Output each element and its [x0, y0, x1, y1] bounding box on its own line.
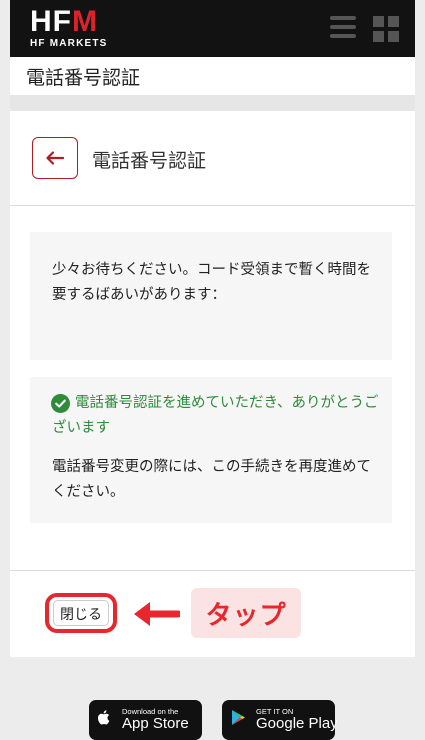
- app-store-badge[interactable]: Download on the App Store: [89, 700, 202, 740]
- google-play-badge[interactable]: GET IT ON Google Play: [222, 700, 338, 740]
- tap-annotation-label: タップ: [205, 601, 287, 631]
- success-message: 電話番号認証を進めていただき、ありがとうございます: [52, 395, 379, 436]
- tap-annotation: タップ: [191, 588, 301, 638]
- header-separator: [10, 95, 415, 111]
- close-button-label: 閉じる: [60, 607, 102, 623]
- logo-wordmark: HFM: [30, 5, 98, 38]
- grid-icon[interactable]: [373, 16, 399, 42]
- arrow-left-annotation-icon: [134, 602, 180, 626]
- app-store-large-text: App Store: [122, 715, 189, 732]
- back-button[interactable]: [32, 137, 78, 179]
- wait-message: 少々お待ちください。コード受領まで暫く時間を要するばあいがあります：: [52, 262, 371, 303]
- arrow-left-icon: [46, 151, 64, 165]
- info-message: 電話番号変更の際には、この手続きを再度進めてください。: [52, 459, 371, 500]
- wait-message-box: 少々お待ちください。コード受領まで暫く時間を要するばあいがあります：: [30, 232, 392, 360]
- verification-card: 電話番号認証 少々お待ちください。コード受領まで暫く時間を要するばあいがあります…: [10, 111, 415, 657]
- apple-icon: [97, 710, 110, 725]
- top-navbar: HFM HF MARKETS: [10, 0, 415, 57]
- play-icon: [232, 710, 245, 725]
- logo-subtitle: HF MARKETS: [30, 38, 108, 49]
- google-play-large-text: Google Play: [256, 715, 338, 732]
- divider: [10, 570, 415, 571]
- close-button[interactable]: 閉じる: [45, 593, 117, 633]
- page-title: 電話番号認証: [26, 67, 141, 89]
- menu-icon[interactable]: [330, 16, 356, 38]
- card-title: 電話番号認証: [92, 150, 207, 172]
- success-message-box: 電話番号認証を進めていただき、ありがとうございます 電話番号変更の際には、この手…: [30, 377, 392, 523]
- page-header: 電話番号認証: [10, 57, 415, 95]
- hfm-logo[interactable]: HFM HF MARKETS: [30, 6, 108, 50]
- divider: [10, 205, 415, 206]
